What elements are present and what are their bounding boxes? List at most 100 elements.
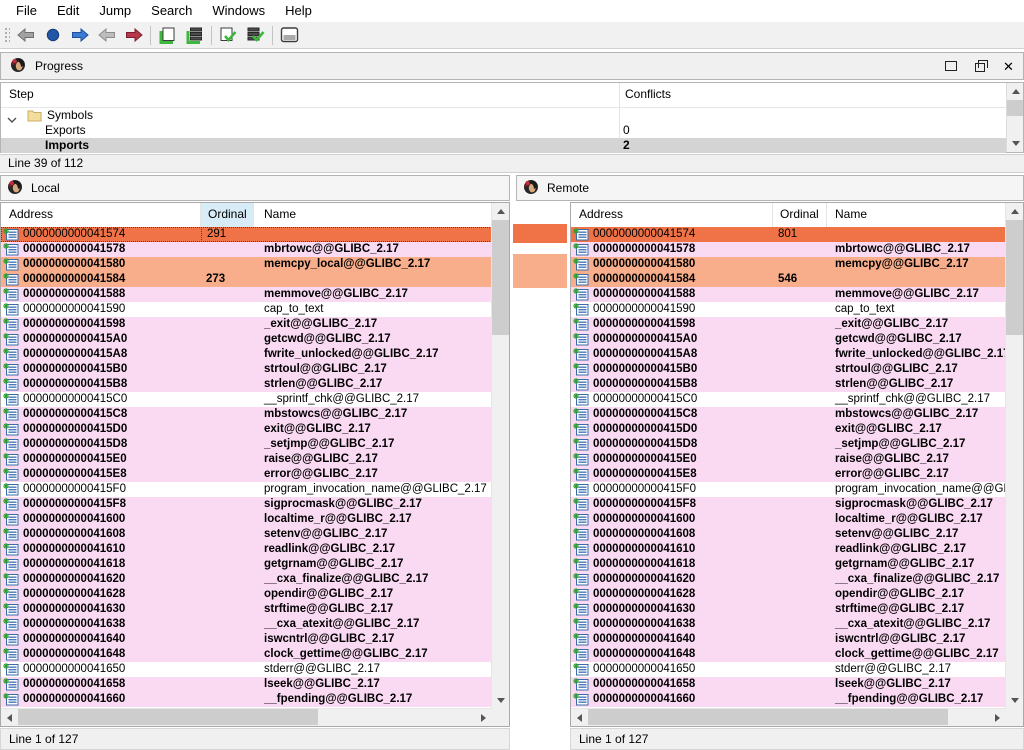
progress-panel-titlebar[interactable]: Progress ✕ <box>0 52 1024 80</box>
table-row[interactable]: 0000000000041600localtime_r@@GLIBC_2.17 <box>1 512 492 527</box>
table-row[interactable]: 0000000000041574801 <box>571 227 1006 242</box>
scroll-up-icon[interactable] <box>1006 203 1023 220</box>
tree-item-symbols[interactable]: Symbols <box>1 108 1006 123</box>
menu-search[interactable]: Search <box>141 0 202 22</box>
table-row[interactable]: 00000000000415E8error@@GLIBC_2.17 <box>1 467 492 482</box>
stop-circle-icon[interactable] <box>39 24 66 47</box>
table-row[interactable]: 0000000000041600localtime_r@@GLIBC_2.17 <box>571 512 1006 527</box>
table-row[interactable]: 0000000000041590cap_to_text <box>571 302 1006 317</box>
table-row[interactable]: 00000000000415B0strtoul@@GLIBC_2.17 <box>571 362 1006 377</box>
table-row[interactable]: 00000000000415D8_setjmp@@GLIBC_2.17 <box>571 437 1006 452</box>
table-row[interactable]: 00000000000415C0__sprintf_chk@@GLIBC_2.1… <box>1 392 492 407</box>
local-panel-titlebar[interactable]: Local <box>0 175 510 201</box>
table-row[interactable]: 0000000000041628opendir@@GLIBC_2.17 <box>571 587 1006 602</box>
table-row[interactable]: 0000000000041648clock_gettime@@GLIBC_2.1… <box>1 647 492 662</box>
table-row[interactable]: 0000000000041620__cxa_finalize@@GLIBC_2.… <box>1 572 492 587</box>
table-row[interactable]: 0000000000041618getgrnam@@GLIBC_2.17 <box>1 557 492 572</box>
table-row[interactable]: 0000000000041578mbrtowc@@GLIBC_2.17 <box>571 242 1006 257</box>
table-row[interactable]: 0000000000041638__cxa_atexit@@GLIBC_2.17 <box>571 617 1006 632</box>
scroll-up-icon[interactable] <box>1007 83 1024 100</box>
table-row[interactable]: 0000000000041658lseek@@GLIBC_2.17 <box>571 677 1006 692</box>
scroll-down-icon[interactable] <box>492 692 509 709</box>
column-header-name[interactable]: Name <box>827 203 1006 227</box>
table-row[interactable]: 00000000000415F0program_invocation_name@… <box>571 482 1006 497</box>
tree-item-imports[interactable]: Imports 2 <box>1 138 1006 153</box>
back-light-arrow-icon[interactable] <box>93 24 120 47</box>
table-row[interactable]: 0000000000041640iswcntrl@@GLIBC_2.17 <box>571 632 1006 647</box>
table-row[interactable]: 00000000000415B8strlen@@GLIBC_2.17 <box>1 377 492 392</box>
scroll-up-icon[interactable] <box>492 203 509 220</box>
table-row[interactable]: 00000000000415F0program_invocation_name@… <box>1 482 492 497</box>
column-header-ordinal[interactable]: Ordinal <box>201 203 254 227</box>
table-row[interactable]: 00000000000415E0raise@@GLIBC_2.17 <box>1 452 492 467</box>
forward-red-arrow-icon[interactable] <box>120 24 147 47</box>
database-green-icon[interactable] <box>181 24 208 47</box>
scroll-right-icon[interactable] <box>475 709 492 726</box>
local-vertical-scrollbar[interactable] <box>491 203 509 709</box>
scrollbar-thumb[interactable] <box>18 709 318 725</box>
column-header-ordinal[interactable]: Ordinal <box>773 203 827 227</box>
scroll-down-icon[interactable] <box>1007 135 1024 152</box>
toolbar-grip[interactable] <box>3 26 10 44</box>
scroll-down-icon[interactable] <box>1006 692 1023 709</box>
table-row[interactable]: 00000000000415D0exit@@GLIBC_2.17 <box>571 422 1006 437</box>
scrollbar-thumb[interactable] <box>492 220 509 335</box>
table-row[interactable]: 0000000000041650stderr@@GLIBC_2.17 <box>1 662 492 677</box>
table-row[interactable]: 0000000000041630strftime@@GLIBC_2.17 <box>571 602 1006 617</box>
document-green-icon[interactable] <box>154 24 181 47</box>
table-row[interactable]: 00000000000415C8mbstowcs@@GLIBC_2.17 <box>571 407 1006 422</box>
table-row[interactable]: 00000000000415E8error@@GLIBC_2.17 <box>571 467 1006 482</box>
table-row[interactable]: 0000000000041574291 <box>1 227 492 242</box>
restore-button[interactable] <box>965 53 994 79</box>
table-row[interactable]: 00000000000415C8mbstowcs@@GLIBC_2.17 <box>1 407 492 422</box>
maximize-button[interactable] <box>936 53 965 79</box>
table-row[interactable]: 00000000000415B0strtoul@@GLIBC_2.17 <box>1 362 492 377</box>
table-row[interactable]: 0000000000041660__fpending@@GLIBC_2.17 <box>571 692 1006 707</box>
table-row[interactable]: 00000000000415D0exit@@GLIBC_2.17 <box>1 422 492 437</box>
menu-windows[interactable]: Windows <box>202 0 275 22</box>
tree-scrollbar[interactable] <box>1006 83 1023 152</box>
table-row[interactable]: 0000000000041628opendir@@GLIBC_2.17 <box>1 587 492 602</box>
table-row[interactable]: 0000000000041650stderr@@GLIBC_2.17 <box>571 662 1006 677</box>
table-row[interactable]: 00000000000415D8_setjmp@@GLIBC_2.17 <box>1 437 492 452</box>
document-check-icon[interactable] <box>215 24 242 47</box>
scrollbar-thumb[interactable] <box>1006 220 1023 335</box>
forward-blue-arrow-icon[interactable] <box>66 24 93 47</box>
table-row[interactable]: 0000000000041584546 <box>571 272 1006 287</box>
table-row[interactable]: 0000000000041584273 <box>1 272 492 287</box>
table-row[interactable]: 00000000000415B8strlen@@GLIBC_2.17 <box>571 377 1006 392</box>
table-row[interactable]: 00000000000415A0getcwd@@GLIBC_2.17 <box>571 332 1006 347</box>
table-row[interactable]: 0000000000041640iswcntrl@@GLIBC_2.17 <box>1 632 492 647</box>
table-row[interactable]: 00000000000415F8sigprocmask@@GLIBC_2.17 <box>571 497 1006 512</box>
column-header-name[interactable]: Name <box>254 203 492 227</box>
table-row[interactable]: 0000000000041660__fpending@@GLIBC_2.17 <box>1 692 492 707</box>
table-row[interactable]: 0000000000041610readlink@@GLIBC_2.17 <box>1 542 492 557</box>
scrollbar-thumb[interactable] <box>1007 100 1023 116</box>
table-row[interactable]: 00000000000415F8sigprocmask@@GLIBC_2.17 <box>1 497 492 512</box>
column-header-address[interactable]: Address <box>571 203 773 227</box>
table-row[interactable]: 0000000000041598_exit@@GLIBC_2.17 <box>1 317 492 332</box>
table-row[interactable]: 0000000000041658lseek@@GLIBC_2.17 <box>1 677 492 692</box>
table-row[interactable]: 0000000000041578mbrtowc@@GLIBC_2.17 <box>1 242 492 257</box>
back-gray-arrow-icon[interactable] <box>12 24 39 47</box>
table-row[interactable]: 00000000000415A8fwrite_unlocked@@GLIBC_2… <box>1 347 492 362</box>
table-row[interactable]: 0000000000041638__cxa_atexit@@GLIBC_2.17 <box>1 617 492 632</box>
column-header-address[interactable]: Address <box>1 203 201 227</box>
table-row[interactable]: 0000000000041580memcpy@@GLIBC_2.17 <box>571 257 1006 272</box>
window-icon[interactable] <box>276 24 303 47</box>
scroll-left-icon[interactable] <box>571 709 588 726</box>
table-row[interactable]: 00000000000415A0getcwd@@GLIBC_2.17 <box>1 332 492 347</box>
table-row[interactable]: 00000000000415E0raise@@GLIBC_2.17 <box>571 452 1006 467</box>
table-row[interactable]: 00000000000415A8fwrite_unlocked@@GLIBC_2… <box>571 347 1006 362</box>
table-row[interactable]: 0000000000041610readlink@@GLIBC_2.17 <box>571 542 1006 557</box>
menu-file[interactable]: File <box>6 0 47 22</box>
scrollbar-thumb[interactable] <box>588 709 948 725</box>
table-row[interactable]: 0000000000041588memmove@@GLIBC_2.17 <box>1 287 492 302</box>
table-row[interactable]: 0000000000041618getgrnam@@GLIBC_2.17 <box>571 557 1006 572</box>
table-row[interactable]: 0000000000041620__cxa_finalize@@GLIBC_2.… <box>571 572 1006 587</box>
table-row[interactable]: 0000000000041608setenv@@GLIBC_2.17 <box>571 527 1006 542</box>
menu-edit[interactable]: Edit <box>47 0 89 22</box>
table-row[interactable]: 0000000000041588memmove@@GLIBC_2.17 <box>571 287 1006 302</box>
column-header-step[interactable]: Step <box>9 87 34 101</box>
remote-horizontal-scrollbar[interactable] <box>571 708 1006 726</box>
